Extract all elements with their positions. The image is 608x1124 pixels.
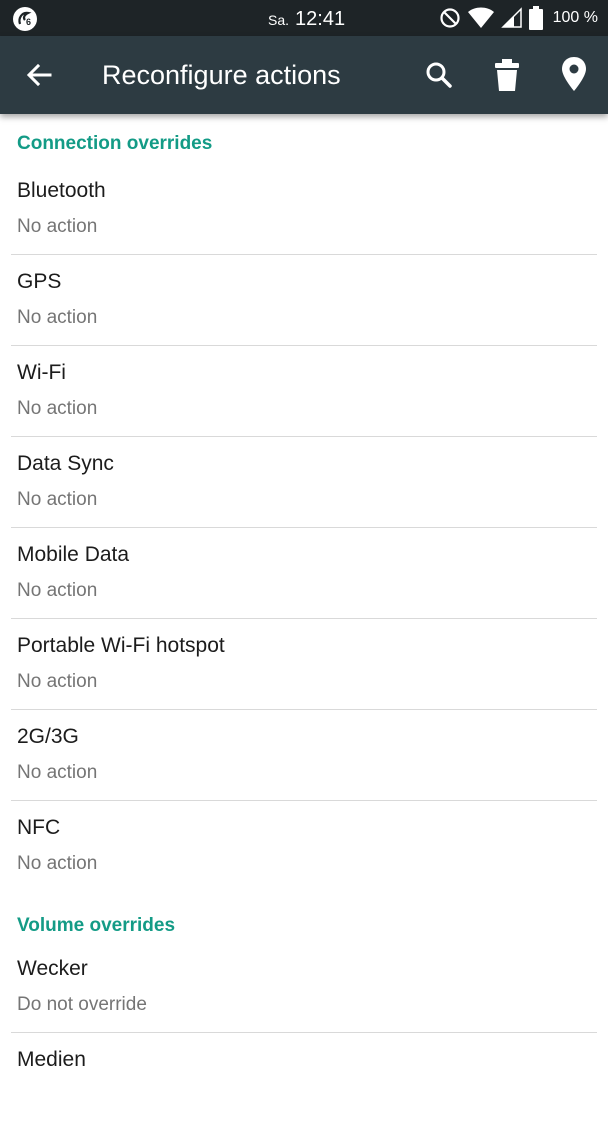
section-header-volume: Volume overrides xyxy=(17,915,176,936)
item-subtitle: Do not override xyxy=(17,994,147,1015)
item-title: 2G/3G xyxy=(17,725,79,748)
item-subtitle: No action xyxy=(17,580,98,601)
list-item-wifi[interactable]: Wi-Fi No action xyxy=(0,346,608,437)
battery-percent: 100 % xyxy=(552,9,598,26)
item-title: GPS xyxy=(17,270,62,293)
item-subtitle: No action xyxy=(17,489,98,510)
place-icon[interactable] xyxy=(560,56,588,92)
status-day: Sa. xyxy=(268,12,290,28)
signal-icon xyxy=(500,7,523,29)
item-title: Portable Wi-Fi hotspot xyxy=(17,634,225,657)
item-subtitle: No action xyxy=(17,671,98,692)
list-item-hotspot[interactable]: Portable Wi-Fi hotspot No action xyxy=(0,619,608,710)
status-icons: 100 % xyxy=(439,0,598,36)
wifi-icon xyxy=(467,7,495,29)
item-subtitle: No action xyxy=(17,398,98,419)
item-title: Wi-Fi xyxy=(17,361,66,384)
section-header-connection: Connection overrides xyxy=(17,133,213,154)
app-toolbar: Reconfigure actions xyxy=(0,36,608,114)
list-item-data-sync[interactable]: Data Sync No action xyxy=(0,437,608,528)
list-item-2g3g[interactable]: 2G/3G No action xyxy=(0,710,608,801)
item-title: Mobile Data xyxy=(17,543,130,566)
list-item-nfc[interactable]: NFC No action xyxy=(0,801,608,892)
do-not-disturb-icon xyxy=(439,7,461,29)
item-title: Wecker xyxy=(17,957,88,980)
battery-icon xyxy=(528,6,543,30)
item-subtitle: No action xyxy=(17,307,98,328)
list-item-mobile-data[interactable]: Mobile Data No action xyxy=(0,528,608,619)
status-clock: Sa. 12:41 xyxy=(268,0,345,36)
item-title: Medien xyxy=(17,1048,86,1071)
status-bar: 6 Sa. 12:41 100 % xyxy=(0,0,608,36)
item-title: Data Sync xyxy=(17,452,114,475)
item-title: NFC xyxy=(17,816,61,839)
item-title: Bluetooth xyxy=(17,179,106,202)
list-item-bluetooth[interactable]: Bluetooth No action xyxy=(0,164,608,255)
list-item-gps[interactable]: GPS No action xyxy=(0,255,608,346)
app-notification-icon: 6 xyxy=(12,6,38,32)
list-item-wecker[interactable]: Wecker Do not override xyxy=(0,942,608,1033)
item-subtitle: No action xyxy=(17,216,98,237)
item-subtitle: No action xyxy=(17,762,98,783)
back-arrow-icon[interactable] xyxy=(24,60,54,90)
svg-text:6: 6 xyxy=(26,17,31,27)
page-title: Reconfigure actions xyxy=(102,60,341,90)
settings-list: Connection overrides Bluetooth No action… xyxy=(0,114,608,1124)
item-subtitle: No action xyxy=(17,853,98,874)
search-icon[interactable] xyxy=(424,60,454,90)
trash-icon[interactable] xyxy=(492,58,522,92)
list-item-medien[interactable]: Medien xyxy=(0,1033,608,1124)
status-time: 12:41 xyxy=(295,8,346,30)
